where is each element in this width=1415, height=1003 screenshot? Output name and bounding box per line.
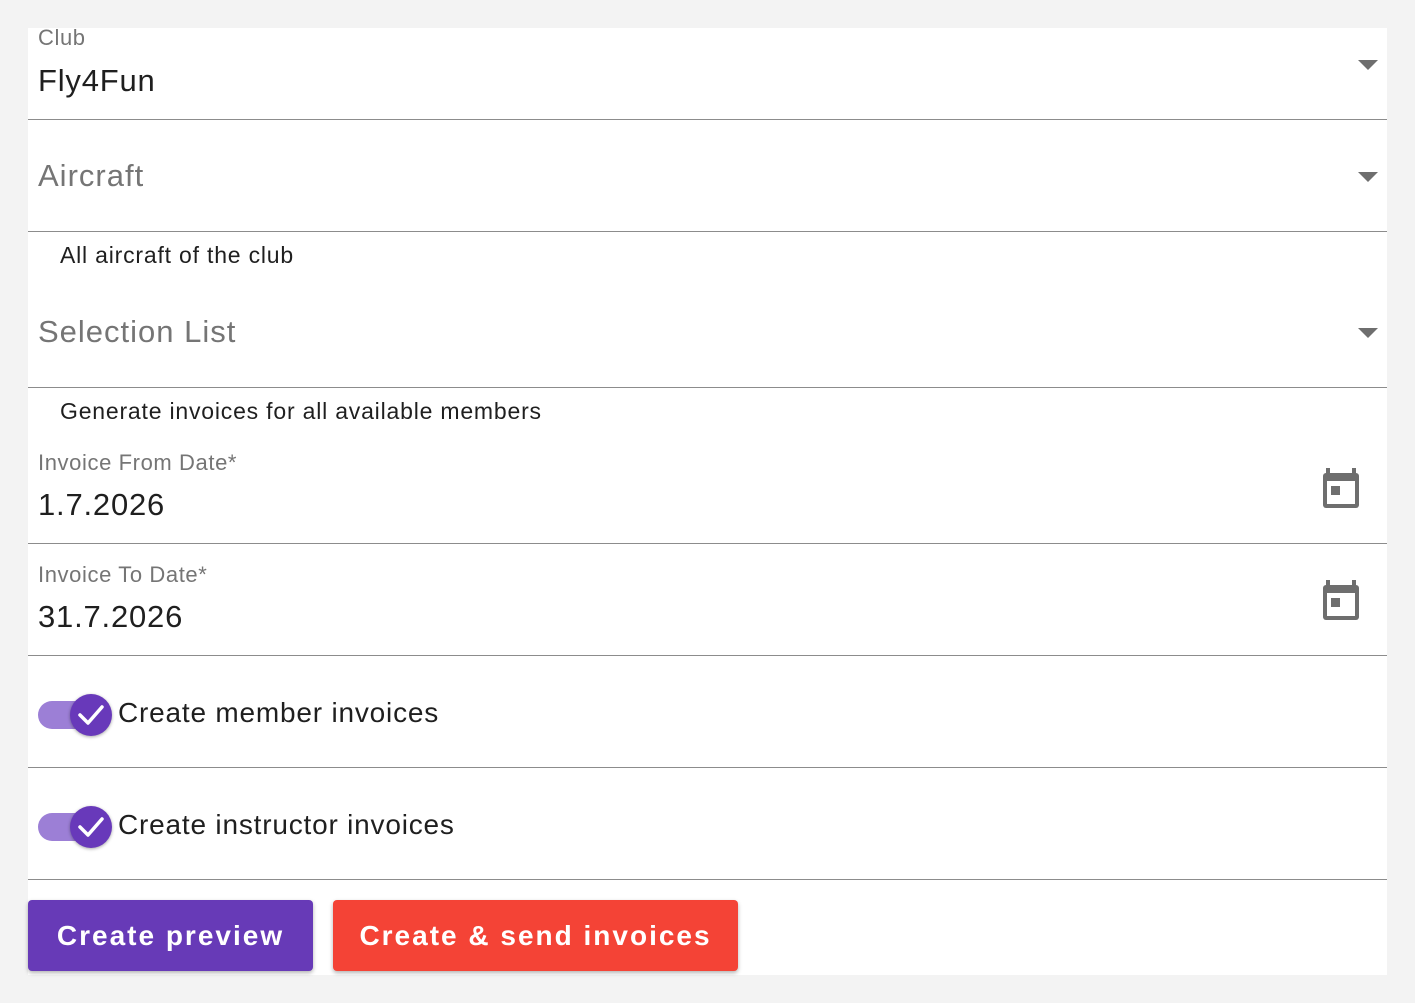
create-send-invoices-button[interactable]: Create & send invoices xyxy=(333,900,738,971)
invoice-from-date-field[interactable]: Invoice From Date* 1.7.2026 xyxy=(28,434,1387,544)
member-invoices-row: Create member invoices xyxy=(28,656,1387,768)
to-date-label: Invoice To Date* xyxy=(38,562,208,587)
check-icon xyxy=(78,817,104,837)
club-select[interactable]: Club Fly4Fun xyxy=(28,25,1387,120)
club-value: Fly4Fun xyxy=(38,63,156,98)
selection-list-hint: Generate invoices for all available memb… xyxy=(60,398,542,424)
toggle-knob xyxy=(70,806,112,848)
aircraft-placeholder: Aircraft xyxy=(38,158,145,193)
aircraft-hint: All aircraft of the club xyxy=(60,242,294,268)
calendar-icon[interactable] xyxy=(1323,580,1359,620)
member-invoices-label[interactable]: Create member invoices xyxy=(118,697,439,729)
arrow-drop-down-icon xyxy=(1358,172,1378,182)
aircraft-select[interactable]: Aircraft xyxy=(28,120,1387,232)
from-date-input[interactable]: 1.7.2026 xyxy=(38,487,165,523)
arrow-drop-down-icon xyxy=(1358,328,1378,338)
instructor-invoices-label[interactable]: Create instructor invoices xyxy=(118,809,455,841)
club-label: Club xyxy=(38,25,86,50)
instructor-invoices-row: Create instructor invoices xyxy=(28,768,1387,880)
invoice-form: Club Fly4Fun Aircraft All aircraft of th… xyxy=(28,25,1387,975)
instructor-invoices-toggle[interactable] xyxy=(38,806,112,848)
to-date-input[interactable]: 31.7.2026 xyxy=(38,599,183,635)
calendar-icon[interactable] xyxy=(1323,468,1359,508)
check-icon xyxy=(78,705,104,725)
member-invoices-toggle[interactable] xyxy=(38,694,112,736)
selection-list-select[interactable]: Selection List xyxy=(28,278,1387,388)
toggle-knob xyxy=(70,694,112,736)
from-date-label: Invoice From Date* xyxy=(38,450,238,475)
selection-list-placeholder: Selection List xyxy=(38,314,237,349)
arrow-drop-down-icon xyxy=(1358,60,1378,70)
invoice-to-date-field[interactable]: Invoice To Date* 31.7.2026 xyxy=(28,544,1387,656)
create-preview-button[interactable]: Create preview xyxy=(28,900,313,971)
